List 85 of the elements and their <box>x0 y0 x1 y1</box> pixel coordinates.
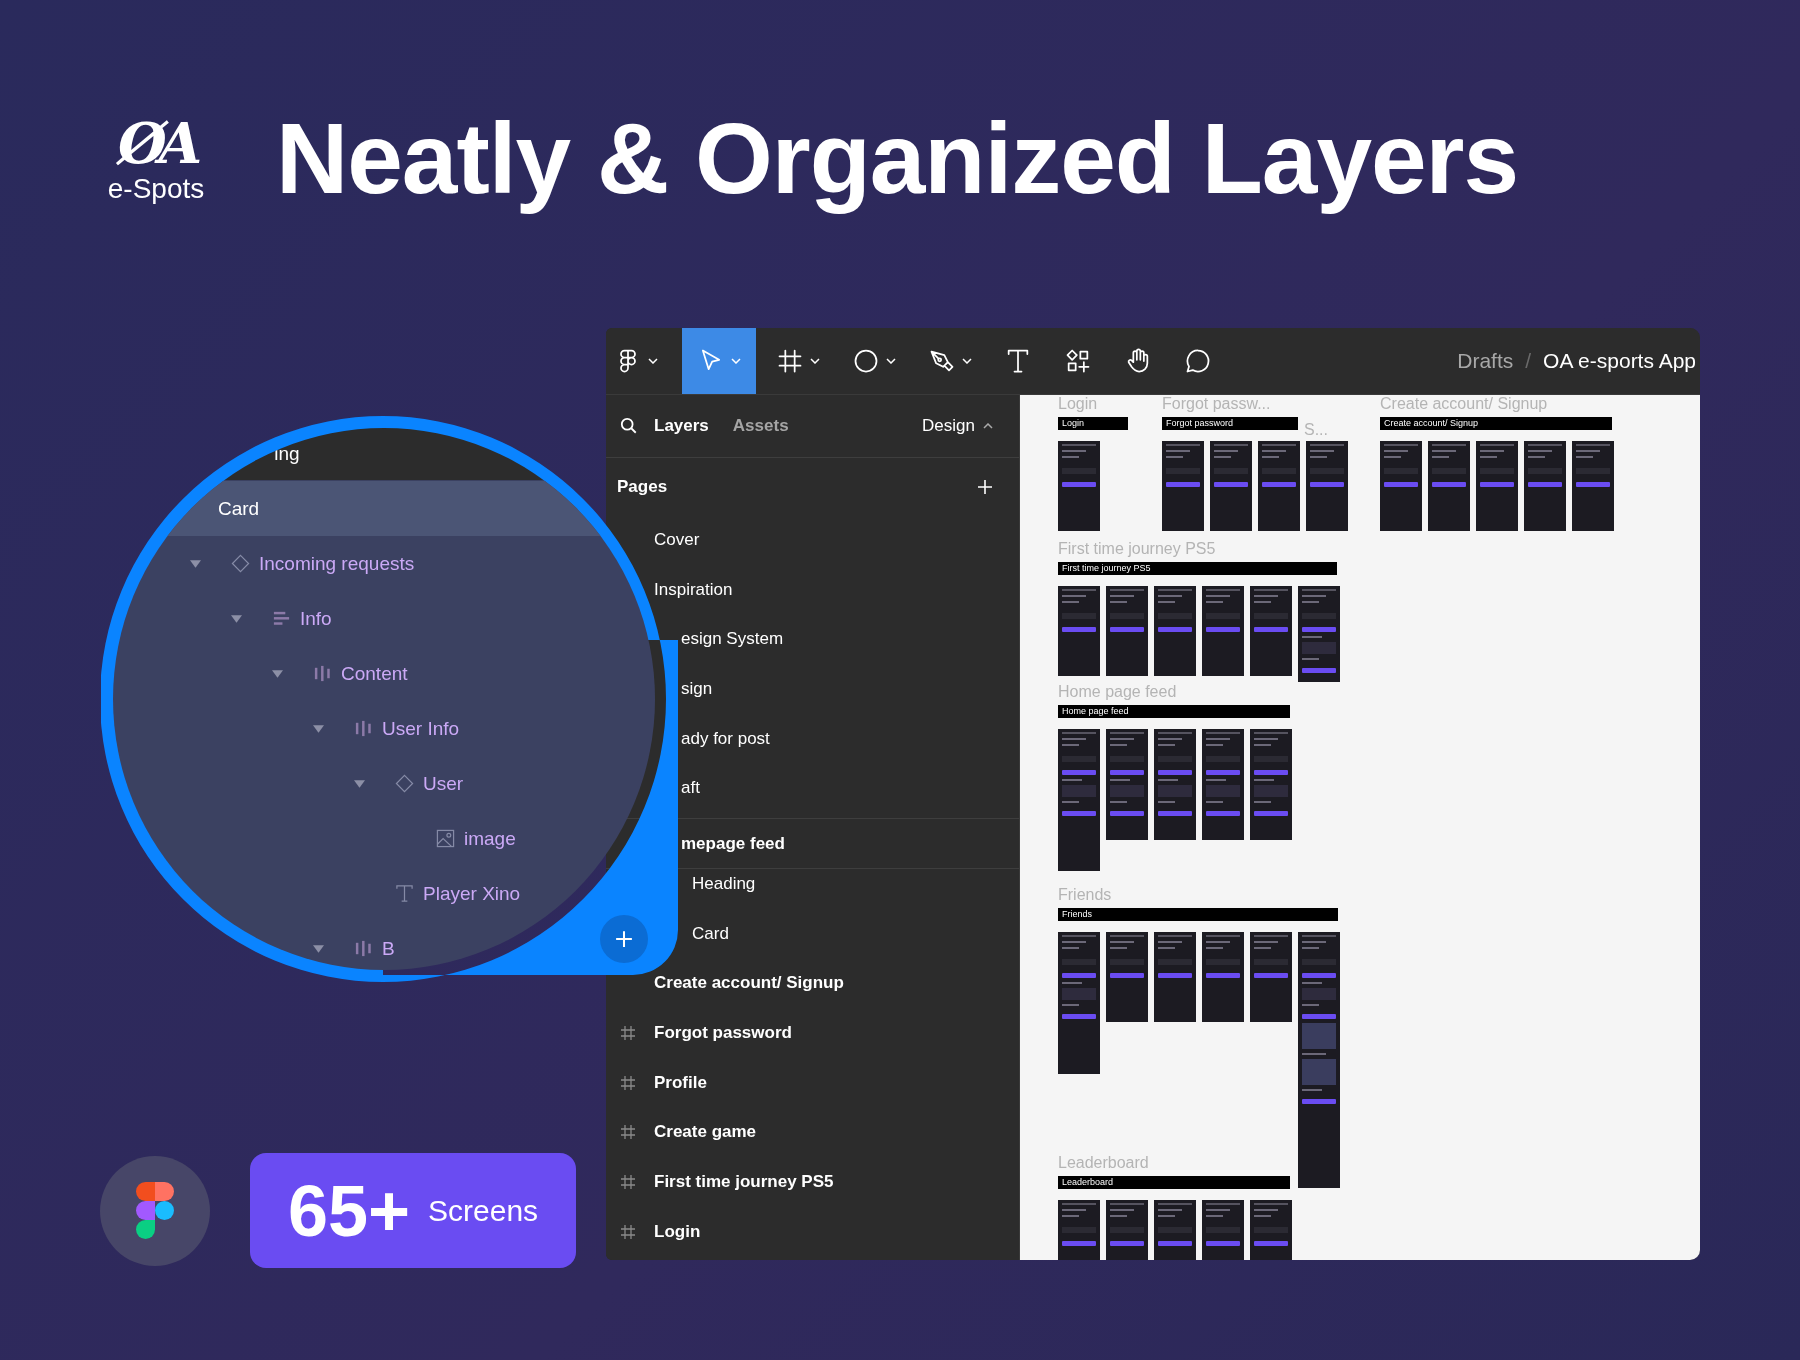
add-icon[interactable] <box>977 478 993 495</box>
bars-icon <box>354 939 373 958</box>
diamond-icon <box>395 774 414 793</box>
headline: Neatly & Organized Layers <box>276 103 1519 213</box>
section-header-bar: Create account/ Signup <box>1380 417 1612 430</box>
page-item[interactable]: Cover <box>654 529 700 550</box>
layer-item[interactable]: image <box>464 827 516 850</box>
chevron-up-icon <box>983 423 993 429</box>
layer-item[interactable]: Heading <box>692 873 756 894</box>
layer-item[interactable]: Create account/ Signup <box>654 973 844 994</box>
frame-icon <box>620 1074 636 1091</box>
caret-icon <box>731 358 741 364</box>
layer-item[interactable]: Card <box>692 923 729 944</box>
layer-item[interactable]: Info <box>300 607 332 630</box>
frame-icon <box>620 1223 636 1240</box>
breadcrumb-separator: / <box>1525 349 1532 373</box>
section-header-bar: Forgot password <box>1162 417 1298 430</box>
layer-item[interactable]: mepage feed <box>681 833 785 854</box>
caret-icon <box>810 358 820 364</box>
section-label: Home page feed <box>1058 683 1178 701</box>
section-title: Pages <box>617 476 668 497</box>
design-tab[interactable]: Design <box>922 416 975 436</box>
image-icon <box>436 829 455 848</box>
layer-item[interactable]: Login <box>654 1221 701 1242</box>
section-header-bar: First time journey PS5 <box>1058 562 1337 575</box>
layer-item[interactable]: Forgot password <box>654 1023 792 1044</box>
plus-icon <box>615 930 633 948</box>
section-label: Forgot passw... <box>1162 395 1272 413</box>
frame-icon <box>776 347 804 375</box>
section-label: S... <box>1304 421 1328 439</box>
brand-logo: ØA <box>117 112 195 174</box>
frame-icon <box>620 1124 636 1141</box>
expand-arrow-icon[interactable] <box>272 669 283 678</box>
panel-tab[interactable]: Layers <box>654 416 709 436</box>
expand-arrow-icon[interactable] <box>354 779 365 788</box>
layer-item[interactable]: Player Xino <box>423 882 521 905</box>
page-item[interactable]: sign <box>681 678 713 699</box>
layer-item[interactable]: User Info <box>382 717 460 740</box>
layer-item[interactable]: Content <box>341 662 408 685</box>
components-icon <box>1064 347 1092 375</box>
stack-icon <box>272 609 291 628</box>
page-item[interactable]: esign System <box>681 629 784 650</box>
bars-icon <box>313 664 332 683</box>
caret-icon <box>962 358 972 364</box>
bars-icon <box>354 719 373 738</box>
colorful-shapes-icon <box>136 1182 174 1239</box>
section-label: Login <box>1058 395 1099 413</box>
section-header-bar: Home page feed <box>1058 705 1290 718</box>
expand-arrow-icon[interactable] <box>231 614 242 623</box>
panel-tab[interactable]: Assets <box>732 416 789 436</box>
layer-item[interactable]: Incoming requests <box>259 552 415 575</box>
layer-item[interactable]: Card <box>218 497 260 520</box>
search-icon <box>620 417 638 435</box>
page-item[interactable]: ady for post <box>681 728 770 749</box>
section-header-bar: Login <box>1058 417 1128 430</box>
layer-item[interactable]: B <box>382 937 395 960</box>
caret-icon <box>648 358 658 364</box>
layer-item[interactable]: Create game <box>654 1122 757 1143</box>
expand-arrow-icon[interactable] <box>313 944 324 953</box>
layer-item[interactable]: First time journey PS5 <box>654 1172 834 1193</box>
frame-icon <box>620 1174 636 1191</box>
section-label: Create account/ Signup <box>1380 395 1549 413</box>
section-label: Friends <box>1058 886 1113 904</box>
comment-icon <box>1184 347 1212 375</box>
brand-name: e-Spots <box>107 174 205 204</box>
file-name: OA e-sports App <box>1543 349 1696 373</box>
section-header-bar: Leaderboard <box>1058 1176 1290 1189</box>
layer-item[interactable]: Profile <box>654 1072 707 1093</box>
section-header-bar: Friends <box>1058 908 1338 921</box>
page-item[interactable]: aft <box>681 778 700 799</box>
breadcrumb-link[interactable]: Drafts <box>1457 349 1514 373</box>
diamond-icon <box>231 554 250 573</box>
screens-label: Screens <box>428 1193 539 1228</box>
frame-icon <box>620 1025 636 1042</box>
screens-count: 65+ <box>287 1169 411 1252</box>
layer-item[interactable]: User <box>423 772 464 795</box>
circle-icon <box>852 347 880 375</box>
layer-item[interactable]: ing <box>274 442 300 465</box>
section-label: First time journey PS5 <box>1058 540 1217 558</box>
caret-icon <box>886 358 896 364</box>
expand-arrow-icon[interactable] <box>313 724 324 733</box>
text-icon <box>395 884 414 903</box>
page-item[interactable]: Inspiration <box>654 579 733 600</box>
section-label: Leaderboard <box>1058 1154 1150 1172</box>
expand-arrow-icon[interactable] <box>190 559 201 568</box>
